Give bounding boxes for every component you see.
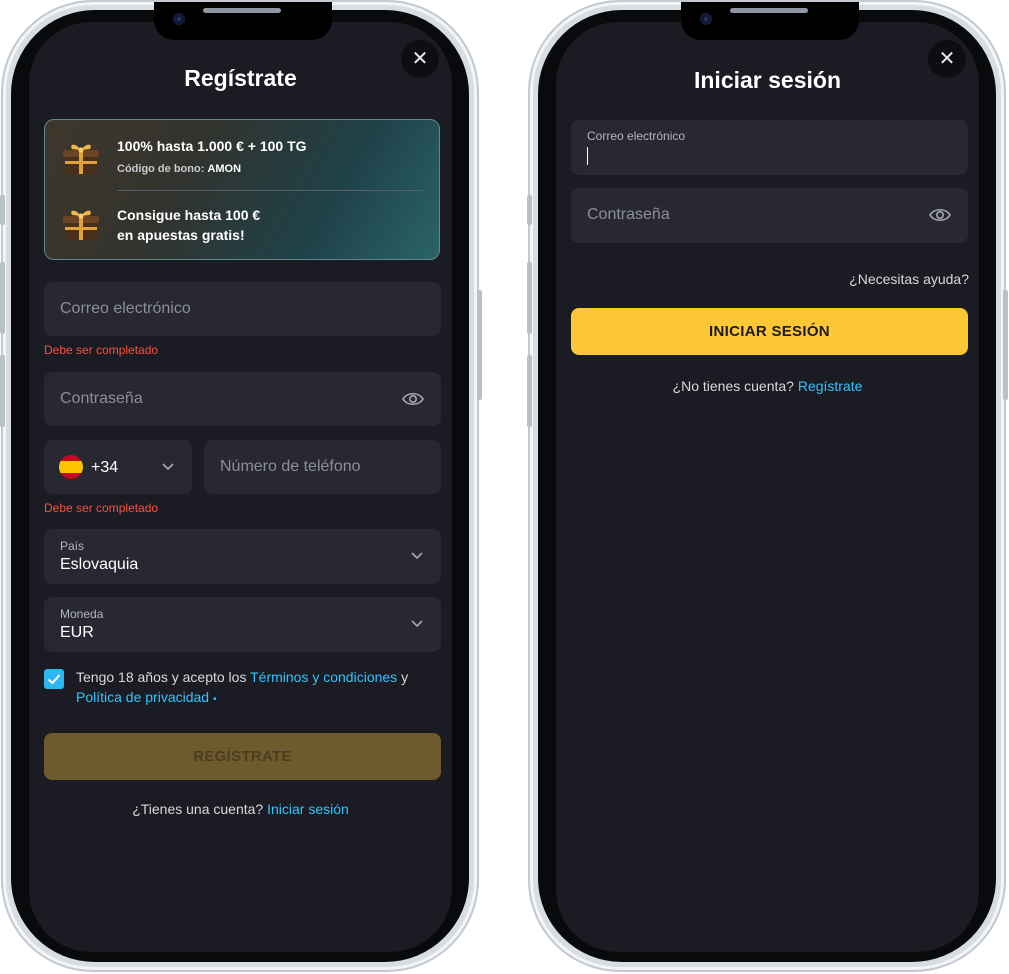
password-field[interactable]: Contraseña (44, 372, 441, 426)
required-marker: • (212, 694, 217, 705)
password-field[interactable]: Contraseña (571, 188, 968, 243)
terms-checkbox[interactable] (44, 669, 64, 689)
camera-icon (700, 13, 712, 25)
register-prompt-text: ¿No tienes cuenta? (672, 378, 794, 394)
email-placeholder: Correo electrónico (60, 300, 191, 317)
terms-text: Tengo 18 años y acepto los Términos y co… (76, 667, 431, 710)
checkmark-icon (47, 674, 61, 685)
currency-select[interactable]: Moneda EUR (44, 597, 441, 652)
email-error: Debe ser completado (44, 343, 159, 357)
phone-number-field[interactable]: Número de teléfono (204, 440, 441, 494)
text-cursor (587, 147, 588, 165)
gift-icon (63, 144, 99, 174)
side-button (1003, 290, 1008, 400)
login-button[interactable]: INICIAR SESIÓN (571, 308, 968, 355)
side-button (527, 355, 532, 427)
gift-icon (63, 210, 99, 240)
register-button[interactable]: REGÍSTRATE (44, 733, 441, 780)
bonus-divider (117, 190, 423, 191)
side-button (527, 195, 532, 225)
chevron-down-icon (162, 463, 174, 471)
bonus-freebet-line1: Consigue hasta 100 € (117, 207, 261, 223)
speaker-grille (730, 8, 808, 13)
bonus-offer-text: 100% hasta 1.000 € + 100 TG (117, 138, 307, 154)
login-prompt-text: ¿Tienes una cuenta? (132, 801, 264, 817)
phone-error: Debe ser completado (44, 501, 159, 515)
privacy-link[interactable]: Política de privacidad (76, 689, 209, 705)
terms-link[interactable]: Términos y condiciones (250, 669, 397, 685)
page-title: Regístrate (184, 65, 297, 91)
help-link[interactable]: ¿Necesitas ayuda? (849, 271, 969, 287)
email-label: Correo electrónico (587, 129, 686, 143)
side-button (0, 262, 5, 334)
password-placeholder: Contraseña (60, 390, 143, 407)
bonus-code-value: AMON (207, 163, 242, 175)
side-button (0, 195, 5, 225)
chevron-down-icon (411, 620, 423, 628)
currency-label: Moneda (60, 607, 104, 621)
login-link[interactable]: Iniciar sesión (267, 801, 349, 817)
terms-prefix: Tengo 18 años y acepto los (76, 669, 247, 685)
camera-icon (173, 13, 185, 25)
country-label: País (60, 539, 85, 553)
terms-and: y (401, 669, 409, 685)
side-button (0, 355, 5, 427)
email-field[interactable]: Correo electrónico (44, 282, 441, 336)
register-link[interactable]: Regístrate (798, 378, 863, 394)
eye-icon[interactable] (402, 391, 424, 407)
speaker-grille (203, 8, 281, 13)
bonus-banner: 100% hasta 1.000 € + 100 TG Código de bo… (44, 119, 440, 260)
phone-login: ✕ Iniciar sesión Correo electrónico Cont… (528, 0, 1006, 972)
side-button (527, 262, 532, 334)
spain-flag-icon (59, 455, 83, 479)
register-prompt: ¿No tienes cuenta? Regístrate (556, 378, 979, 394)
currency-value: EUR (60, 624, 94, 641)
phone-register: ✕ Regístrate 100% hasta 1.000 € + 100 TG… (1, 0, 479, 972)
bonus-freebet-text: Consigue hasta 100 € en apuestas gratis! (117, 205, 260, 245)
bonus-code-label: Código de bono: (117, 163, 205, 175)
phone-number-placeholder: Número de teléfono (220, 458, 361, 475)
register-screen: ✕ Regístrate 100% hasta 1.000 € + 100 TG… (29, 22, 452, 952)
chevron-down-icon (411, 552, 423, 560)
login-screen: ✕ Iniciar sesión Correo electrónico Cont… (556, 22, 979, 952)
phone-code-value: +34 (91, 459, 119, 476)
page-title: Iniciar sesión (693, 67, 841, 93)
side-button (477, 290, 482, 400)
bonus-freebet-line2: en apuestas gratis! (117, 227, 245, 243)
country-select[interactable]: País Eslovaquia (44, 529, 441, 584)
phone-code-select[interactable]: +34 (44, 440, 192, 494)
password-placeholder: Contraseña (587, 206, 670, 223)
country-value: Eslovaquia (60, 556, 139, 573)
email-field[interactable]: Correo electrónico (571, 120, 968, 175)
bonus-code: Código de bono: AMON (117, 163, 241, 175)
eye-icon[interactable] (929, 207, 951, 223)
login-prompt: ¿Tienes una cuenta? Iniciar sesión (29, 801, 452, 817)
